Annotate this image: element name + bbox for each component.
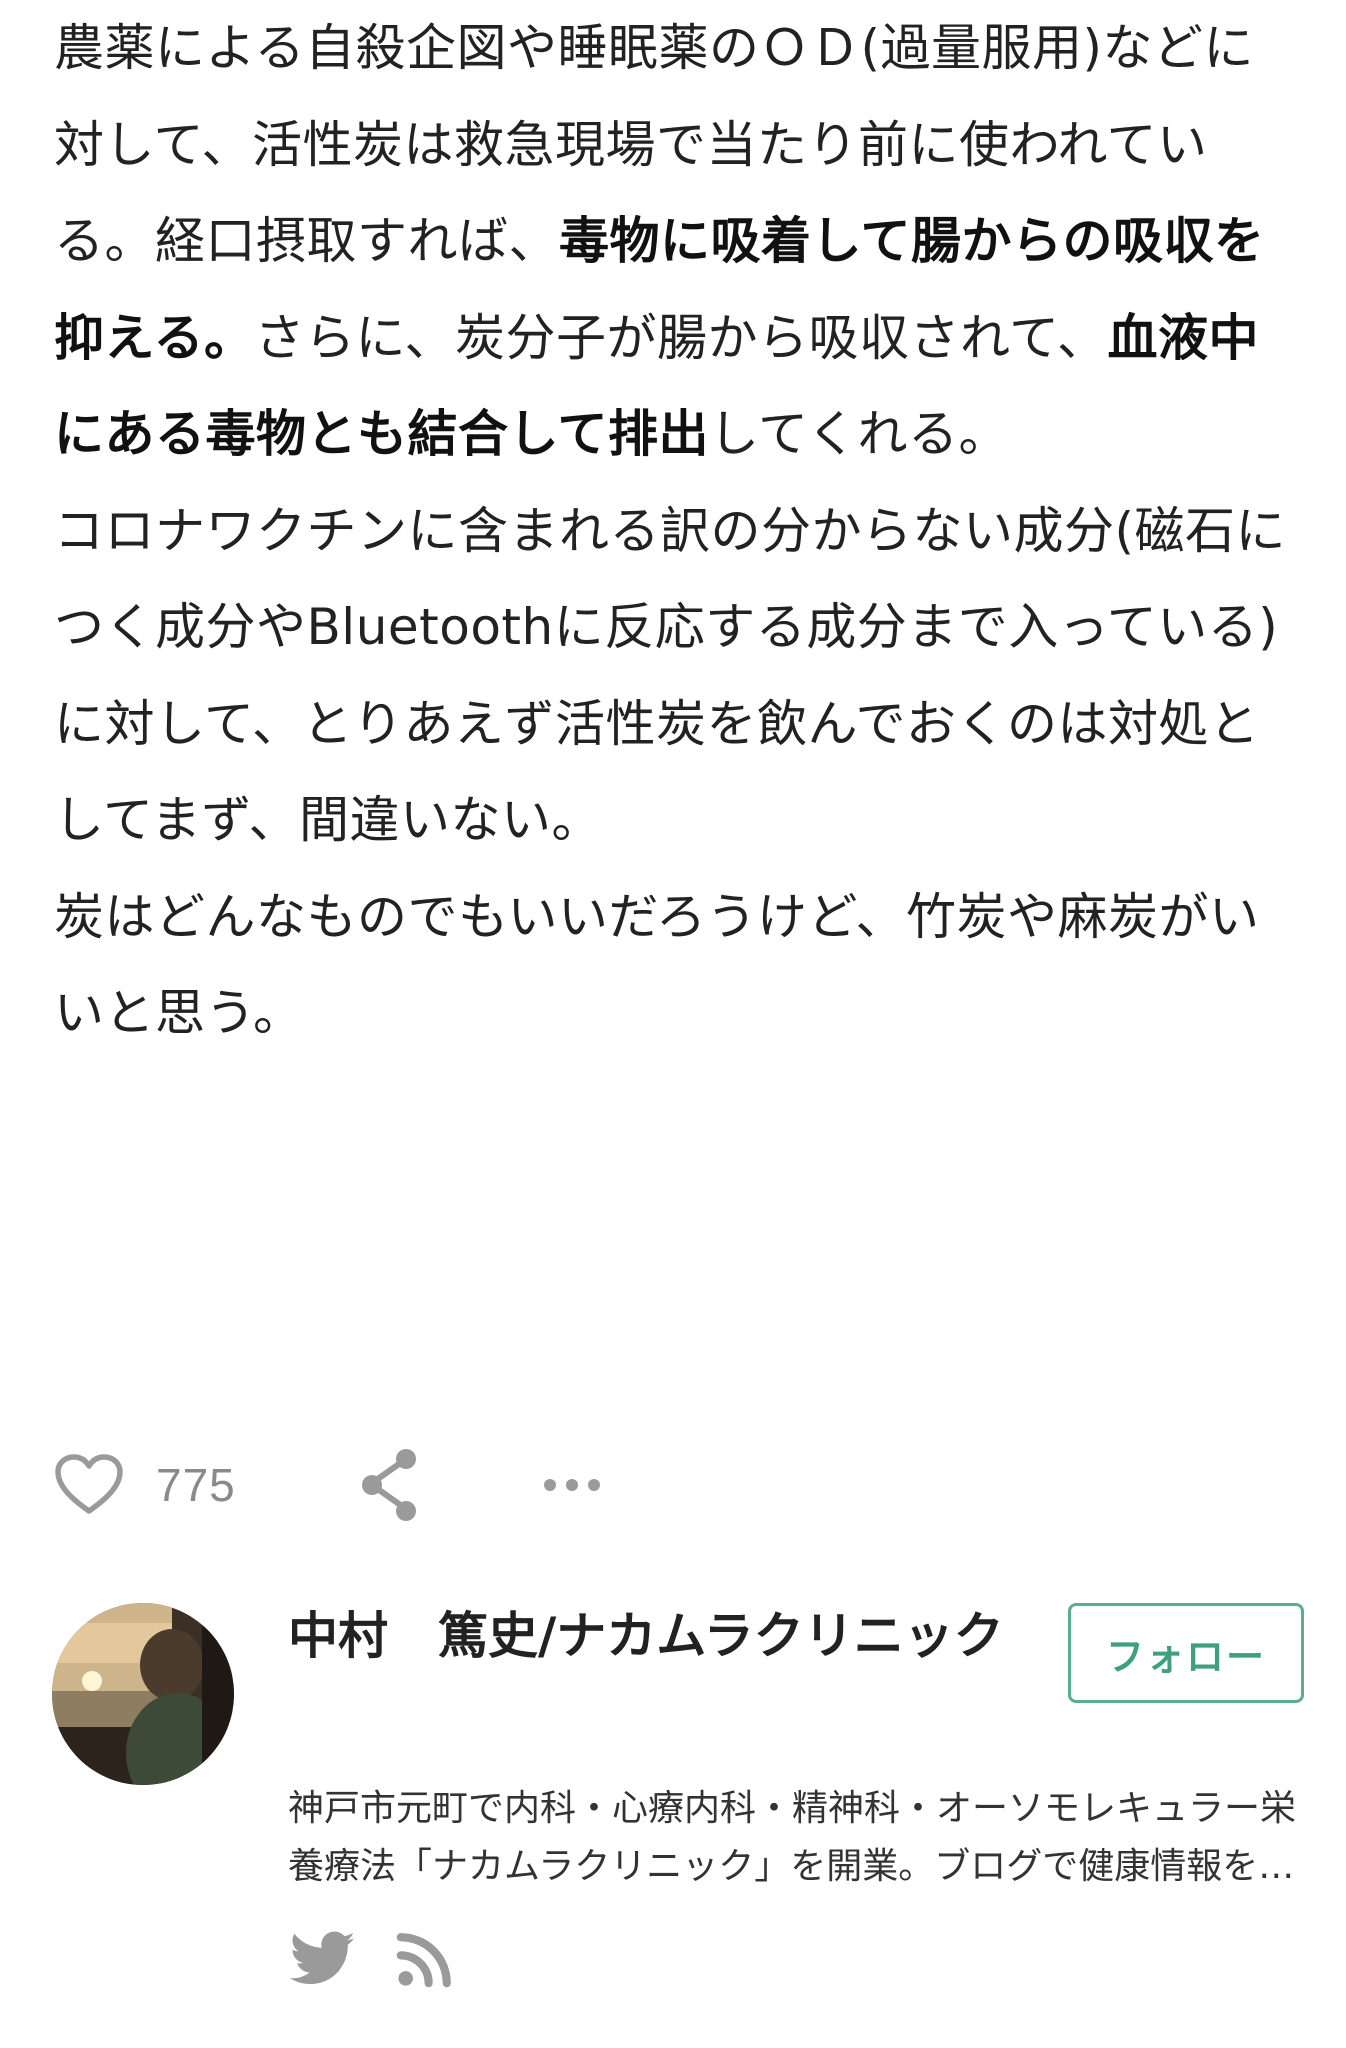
heart-icon <box>55 1454 123 1514</box>
author-bio: 神戸市元町で内科・心療内科・精神科・オーソモレキュラー栄養療法「ナカムラクリニッ… <box>288 1788 1297 1887</box>
follow-button[interactable]: フォロー <box>1068 1603 1304 1703</box>
article-actions: 775 <box>54 1445 754 1525</box>
rss-icon[interactable] <box>396 1930 454 1988</box>
share-icon[interactable] <box>354 1445 426 1525</box>
like-count: 775 <box>156 1459 236 1511</box>
avatar[interactable] <box>52 1603 234 1785</box>
article-paragraph-2: コロナワクチンに含まれる訳の分からない成分(磁石につく成分やBluetoothに… <box>54 501 1287 850</box>
more-icon[interactable] <box>532 1445 612 1525</box>
social-links <box>290 1930 454 1988</box>
article-paragraph-3: 炭はどんなものでもいいだろうけど、竹炭や麻炭がいいと思う。 <box>54 887 1260 1043</box>
paragraph-text: さらに、炭分子が腸から吸収されて、 <box>254 308 1108 367</box>
article-paragraph-1: 農薬による自殺企図や睡眠薬のＯＤ(過量服用)などに対して、活性炭は救急現場で当た… <box>54 0 1304 483</box>
like-button[interactable]: 775 <box>54 1453 236 1517</box>
article-body: 農薬による自殺企図や睡眠薬のＯＤ(過量服用)などに対して、活性炭は救急現場で当た… <box>54 0 1304 1062</box>
paragraph-text: してくれる。 <box>709 405 1009 463</box>
twitter-icon[interactable] <box>290 1930 356 1988</box>
author-name[interactable]: 中村 篤史/ナカムラクリニック <box>288 1598 1048 1674</box>
